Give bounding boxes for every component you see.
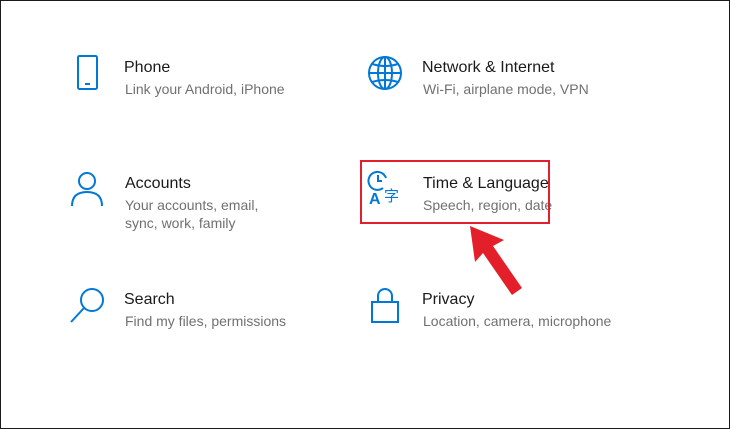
tile-accounts-desc: Your accounts, email, sync, work, family [125,197,259,231]
tile-privacy-desc: Location, camera, microphone [423,313,612,329]
tile-network-title: Network & Internet [422,59,555,76]
tile-phone[interactable]: Phone Link your Android, iPhone [66,54,316,104]
person-icon [68,170,108,210]
svg-text:A: A [369,191,381,208]
tile-time-language-desc: Speech, region, date [423,197,553,213]
pointer-arrow-icon [462,222,532,302]
tile-accounts[interactable]: Accounts Your accounts, email, sync, wor… [66,170,316,240]
time-language-icon: A 字 [366,170,406,210]
tile-phone-desc: Link your Android, iPhone [125,81,285,97]
tile-time-language-title: Time & Language [423,175,549,192]
tile-network[interactable]: Network & Internet Wi-Fi, airplane mode,… [366,54,626,104]
tile-phone-title: Phone [124,59,171,76]
tile-search-desc: Find my files, permissions [125,313,287,329]
tile-search-title: Search [124,291,175,308]
tile-network-desc: Wi-Fi, airplane mode, VPN [423,81,589,97]
tile-time-language[interactable]: A 字 Time & Language Speech, region, date [366,170,552,220]
lock-icon [366,286,406,326]
tile-search[interactable]: Search Find my files, permissions [66,286,316,336]
svg-text:字: 字 [384,187,399,205]
phone-icon [68,54,108,94]
globe-icon [366,54,406,94]
search-icon [68,286,108,326]
tile-accounts-title: Accounts [125,175,191,192]
